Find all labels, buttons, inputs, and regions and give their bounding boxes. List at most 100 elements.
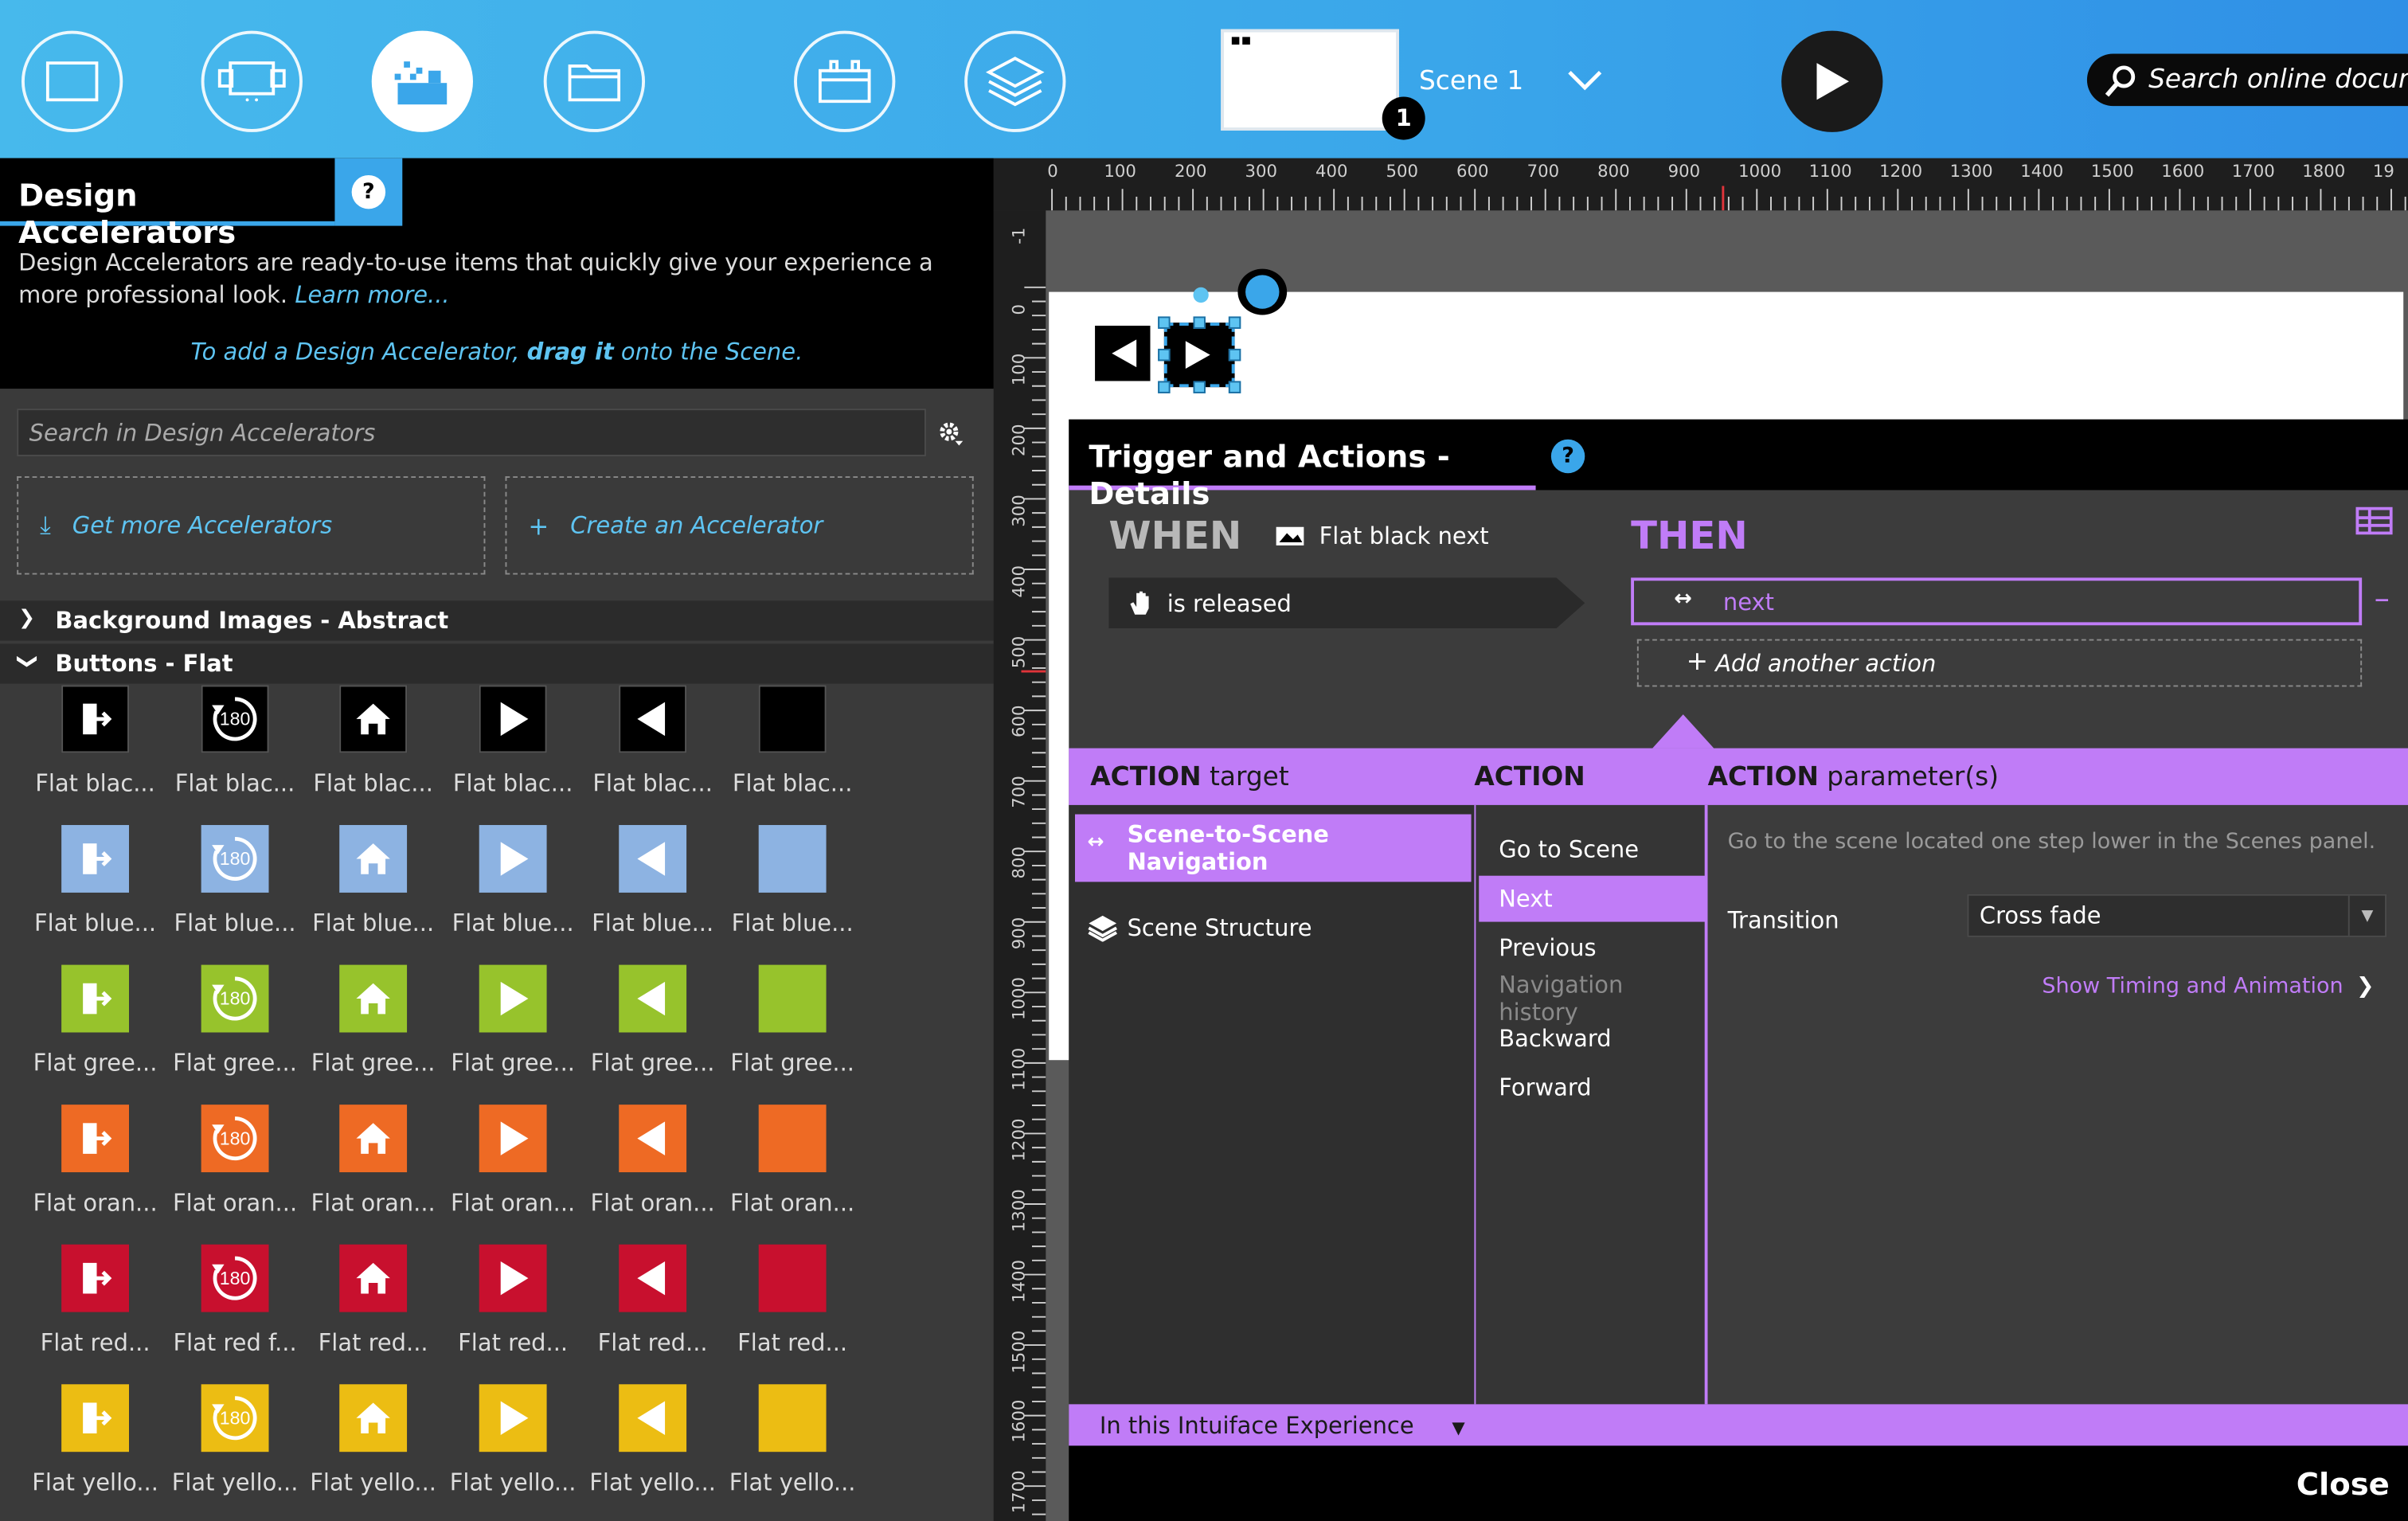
panel-footer: Close xyxy=(1069,1445,2408,1521)
panel-title: Design Accelerators xyxy=(0,158,335,250)
accelerator-label: Flat blue... xyxy=(312,909,435,937)
layers-button[interactable] xyxy=(964,30,1066,132)
resize-handle[interactable] xyxy=(1158,348,1171,362)
action-item[interactable]: Previous xyxy=(1479,925,1706,971)
folder-icon xyxy=(568,65,621,102)
help-button[interactable]: ? xyxy=(334,158,403,226)
show-timing-link[interactable]: Show Timing and Animation ❯ xyxy=(2042,974,2374,999)
scene-thumbnail[interactable] xyxy=(1221,29,1399,131)
accelerator-label: Flat red... xyxy=(597,1328,708,1357)
learn-more-link[interactable]: Learn more... xyxy=(295,281,449,309)
chevron-down-icon[interactable] xyxy=(1566,61,1603,98)
accelerator-label: Flat yello... xyxy=(589,1468,716,1497)
accelerator-label: Flat gree... xyxy=(730,1049,855,1077)
accelerator-label: Flat oran... xyxy=(172,1189,298,1217)
trigger-event[interactable]: is released xyxy=(1108,577,1585,629)
ruler-tick-label: 1600 xyxy=(1009,1400,1030,1444)
search-online-label: Search online documentation xyxy=(2148,65,2408,96)
ruler-tick-label: 600 xyxy=(1456,161,1489,182)
blank-square-icon xyxy=(758,1244,827,1312)
panel-header: Design Accelerators ? Design Accelerator… xyxy=(0,158,994,389)
trigger-panel-title: Trigger and Actions - Details xyxy=(1069,420,1536,511)
action-item[interactable]: Go to Scene xyxy=(1479,827,1706,873)
ruler-tick-label: 1600 xyxy=(2161,161,2205,182)
trigger-source[interactable]: Flat black next xyxy=(1275,522,1489,550)
play-icon xyxy=(479,1105,547,1173)
play-icon xyxy=(479,825,547,893)
action-next[interactable]: ↔ next xyxy=(1631,577,2363,626)
ruler-tick-label: 500 xyxy=(1009,635,1030,668)
resize-handle[interactable] xyxy=(1228,348,1241,362)
close-button[interactable]: Close xyxy=(2297,1466,2390,1503)
parameter-description: Go to the scene located one step lower i… xyxy=(1727,829,2376,854)
gear-icon[interactable] xyxy=(936,420,964,448)
action-item[interactable]: Forward xyxy=(1479,1065,1706,1111)
accelerator-search-input[interactable]: Search in Design Accelerators xyxy=(17,409,926,456)
action-params-header: ACTION parameter(s) xyxy=(1707,761,2000,793)
ruler-tick-label: 1400 xyxy=(2020,161,2064,182)
action-item[interactable]: Backward xyxy=(1479,1015,1706,1062)
resize-handle[interactable] xyxy=(1158,381,1171,393)
trigger-badge[interactable] xyxy=(1237,268,1288,315)
interface-assets-button[interactable] xyxy=(794,30,896,132)
drag-hint: To add a Design Accelerator, drag it ont… xyxy=(190,338,803,366)
dropdown-arrow-icon: ▼ xyxy=(2347,895,2385,936)
remove-action-button[interactable]: – xyxy=(2375,579,2390,616)
ruler-tick-label: 600 xyxy=(1009,706,1030,738)
home-icon xyxy=(339,1105,408,1173)
design-accelerators-button[interactable] xyxy=(371,30,473,132)
ruler-tick-label: 1500 xyxy=(1009,1329,1030,1373)
help-icon[interactable]: ? xyxy=(1550,439,1585,474)
action-item[interactable]: Next xyxy=(1479,875,1706,922)
resize-handle[interactable] xyxy=(1158,316,1171,329)
rotate-handle[interactable] xyxy=(1193,287,1209,303)
search-online-documentation[interactable]: Search online documentation xyxy=(2086,53,2408,107)
accelerator-label: Flat oran... xyxy=(730,1189,855,1217)
resize-handle[interactable] xyxy=(1193,381,1206,393)
transition-select[interactable]: Cross fade ▼ xyxy=(1967,893,2386,937)
category-buttons-flat[interactable]: ❯ Buttons - Flat xyxy=(0,643,994,684)
trigger-panel-header: Trigger and Actions - Details ? xyxy=(1069,419,2408,511)
accelerator-label: Flat yello... xyxy=(729,1468,856,1497)
accelerator-label: Flat blue... xyxy=(731,909,854,937)
assets-button[interactable] xyxy=(201,30,303,132)
resize-handle[interactable] xyxy=(1228,381,1241,393)
accelerator-label: Flat red... xyxy=(737,1328,848,1357)
ruler-tick-label: 1200 xyxy=(1879,161,1923,182)
scene-name[interactable]: Scene 1 xyxy=(1419,66,1523,97)
action-list: Go to Scene Next Previous Navigation histor… xyxy=(1474,804,1708,1405)
resize-handle[interactable] xyxy=(1228,316,1241,329)
flat-black-next-button[interactable] xyxy=(1163,323,1235,388)
blank-square-icon xyxy=(758,1105,827,1173)
play-button[interactable] xyxy=(1781,30,1883,132)
create-accelerator-button[interactable]: + Create an Accelerator xyxy=(505,476,974,575)
thumbnail-content-icon xyxy=(1231,37,1250,45)
resize-handle[interactable] xyxy=(1193,316,1206,329)
target-scene-navigation[interactable]: ↔ Scene-to-Scene Navigation xyxy=(1074,814,1472,882)
rotate-180-icon: 180 xyxy=(201,964,269,1033)
ruler-tick-label: -1 xyxy=(1009,227,1030,244)
ruler-tick-label: 900 xyxy=(1667,161,1701,182)
accelerator-label: Flat red... xyxy=(318,1328,428,1357)
table-icon[interactable] xyxy=(2355,506,2393,535)
get-more-accelerators-button[interactable]: ⤓ Get more Accelerators xyxy=(17,476,486,575)
experience-scope-selector[interactable]: In this Intuiface Experience ▼ xyxy=(1069,1404,2408,1446)
blank-square-icon xyxy=(758,685,827,753)
exit-icon xyxy=(61,964,129,1033)
category-background-images[interactable]: ❯ Background Images - Abstract xyxy=(0,600,994,641)
files-button[interactable] xyxy=(543,30,645,132)
chevron-down-icon: ❯ xyxy=(15,653,39,671)
rotate-180-text: 180 xyxy=(220,1268,251,1288)
flat-black-previous-button[interactable] xyxy=(1095,326,1151,381)
scene-view-button[interactable] xyxy=(21,30,123,132)
ruler-tick-label: 0 xyxy=(1009,303,1030,315)
back-icon xyxy=(1112,339,1137,368)
when-heading: WHEN xyxy=(1108,513,1242,558)
accelerator-label: Flat blue... xyxy=(452,909,574,937)
exit-icon xyxy=(61,685,129,753)
rotate-180-icon: 180 xyxy=(201,825,269,893)
blank-square-icon xyxy=(758,1384,827,1453)
target-scene-structure[interactable]: Scene Structure xyxy=(1075,894,1472,962)
add-another-action-button[interactable]: + Add another action xyxy=(1636,639,2363,687)
vertical-ruler: -1 0 100 200 300 400 500 600 700 800 900 1000 1100 12… xyxy=(993,210,1046,1521)
